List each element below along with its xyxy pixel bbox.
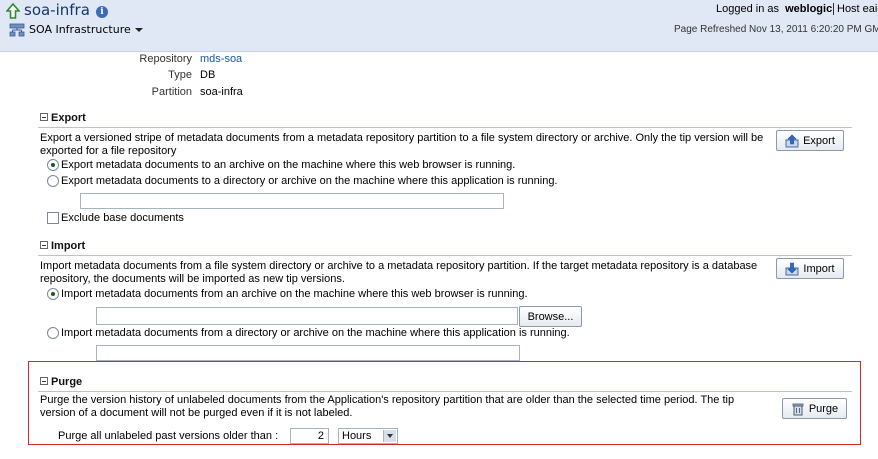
purge-description: Purge the version history of unlabeled d…	[40, 394, 735, 419]
nav-menu-label: SOA Infrastructure	[29, 23, 131, 36]
import-title: Import	[51, 240, 86, 252]
repository-label: Repository	[139, 53, 192, 65]
radio-unselected[interactable]	[47, 175, 59, 187]
import-path-input[interactable]	[96, 345, 520, 361]
import-description: Import metadata documents from a file sy…	[40, 260, 758, 285]
import-section-header[interactable]: Import	[40, 240, 85, 252]
purge-title: Purge	[51, 376, 83, 388]
import-option-browser[interactable]: Import metadata documents from an archiv…	[47, 288, 528, 300]
partition-value: soa-infra	[200, 86, 243, 98]
section-divider	[38, 391, 852, 392]
exclude-base-documents[interactable]: Exclude base documents	[47, 212, 184, 224]
import-button[interactable]: Import	[776, 258, 844, 279]
purge-button[interactable]: Purge	[782, 398, 847, 419]
browse-button[interactable]: Browse...	[519, 306, 582, 327]
import-file-input[interactable]	[96, 307, 518, 325]
partition-label: Partition	[151, 86, 192, 98]
soa-infrastructure-icon	[9, 23, 25, 37]
collapse-icon[interactable]	[40, 377, 48, 386]
info-icon[interactable]: i	[96, 6, 108, 18]
collapse-icon[interactable]	[40, 113, 48, 122]
up-arrow-icon[interactable]	[6, 3, 20, 19]
export-option-browser-label: Export metadata documents to an archive …	[61, 159, 516, 171]
export-path-input[interactable]	[80, 193, 504, 209]
purge-unit-value: Hours	[342, 430, 372, 442]
import-icon	[785, 262, 799, 275]
collapse-icon[interactable]	[40, 241, 48, 250]
chevron-down-icon[interactable]	[383, 430, 396, 442]
page-header: soa-infra i SOA Infrastructure Logged in…	[0, 0, 878, 52]
export-icon	[785, 134, 799, 147]
logged-in-prefix: Logged in as	[716, 3, 779, 15]
import-option-server[interactable]: Import metadata documents from a directo…	[47, 327, 570, 339]
purge-section-header[interactable]: Purge	[40, 376, 82, 388]
export-option-server[interactable]: Export metadata documents to a directory…	[47, 175, 558, 187]
browse-button-label: Browse...	[527, 310, 574, 323]
purge-age-input[interactable]: 2	[290, 428, 329, 444]
export-description: Export a versioned stripe of metadata do…	[40, 132, 764, 157]
trash-icon	[792, 403, 804, 415]
exclude-base-label: Exclude base documents	[61, 212, 184, 224]
section-divider	[38, 255, 852, 256]
chevron-down-icon	[134, 28, 143, 32]
page-title: soa-infra	[24, 1, 90, 19]
radio-selected[interactable]	[47, 288, 59, 300]
purge-older-than-label: Purge all unlabeled past versions older …	[58, 430, 279, 442]
export-button-label: Export	[803, 134, 835, 147]
radio-selected[interactable]	[47, 159, 59, 171]
export-title: Export	[51, 112, 86, 124]
exclude-base-checkbox[interactable]	[47, 212, 59, 224]
purge-button-label: Purge	[808, 402, 839, 415]
import-option-server-label: Import metadata documents from a directo…	[61, 327, 570, 339]
type-label: Type	[168, 69, 192, 81]
soa-infrastructure-menu[interactable]: SOA Infrastructure	[29, 23, 143, 36]
export-section-header[interactable]: Export	[40, 112, 86, 124]
type-value: DB	[200, 69, 216, 81]
page-refreshed-timestamp: Page Refreshed Nov 13, 2011 6:20:20 PM G…	[674, 24, 878, 35]
repository-value[interactable]: mds-soa	[200, 53, 242, 65]
radio-unselected[interactable]	[47, 327, 59, 339]
export-option-browser[interactable]: Export metadata documents to an archive …	[47, 159, 515, 171]
section-divider	[38, 127, 852, 128]
import-button-label: Import	[803, 262, 835, 275]
purge-unit-select[interactable]: Hours	[338, 428, 398, 444]
export-button[interactable]: Export	[776, 130, 844, 151]
logged-in-info: Logged in as weblogic	[716, 3, 832, 15]
export-option-server-label: Export metadata documents to a directory…	[61, 175, 558, 187]
import-option-browser-label: Import metadata documents from an archiv…	[61, 288, 528, 300]
host-info: Host eaio	[833, 3, 878, 15]
username: weblogic	[785, 3, 833, 15]
